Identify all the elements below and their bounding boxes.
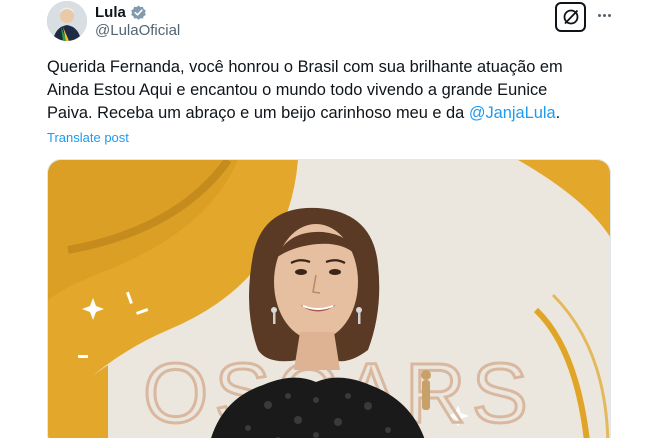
grok-icon — [563, 9, 578, 25]
more-dots-icon — [597, 13, 601, 17]
tweet-photo[interactable]: OSCARS — [47, 159, 611, 438]
author-name-row: Lula — [95, 3, 147, 21]
verified-badge-icon — [131, 5, 146, 20]
tweet-line: Ainda Estou Aqui e encantou o mundo todo… — [47, 81, 548, 99]
more-options-button[interactable] — [592, 5, 616, 25]
tweet-line: Paiva. Receba um abraço e um beijo carin… — [47, 104, 561, 122]
tweet-line: Querida Fernanda, você honrou o Brasil c… — [47, 58, 563, 76]
author-avatar[interactable] — [47, 1, 87, 41]
tweet-text: Querida Fernanda, você honrou o Brasil c… — [47, 56, 612, 125]
mention-link[interactable]: @JanjaLula — [469, 104, 556, 122]
translate-post-link[interactable]: Translate post — [47, 130, 129, 145]
statuette-icon — [421, 370, 431, 410]
author-handle[interactable]: @LulaOficial — [95, 22, 180, 39]
oscars-photo: OSCARS — [48, 160, 610, 438]
author-display-name[interactable]: Lula — [95, 4, 126, 21]
profile-photo-avatar-icon — [47, 1, 87, 41]
tweet-post: Lula @LulaOficial Querida Fernanda, você… — [0, 0, 647, 438]
grok-button[interactable] — [555, 2, 586, 32]
